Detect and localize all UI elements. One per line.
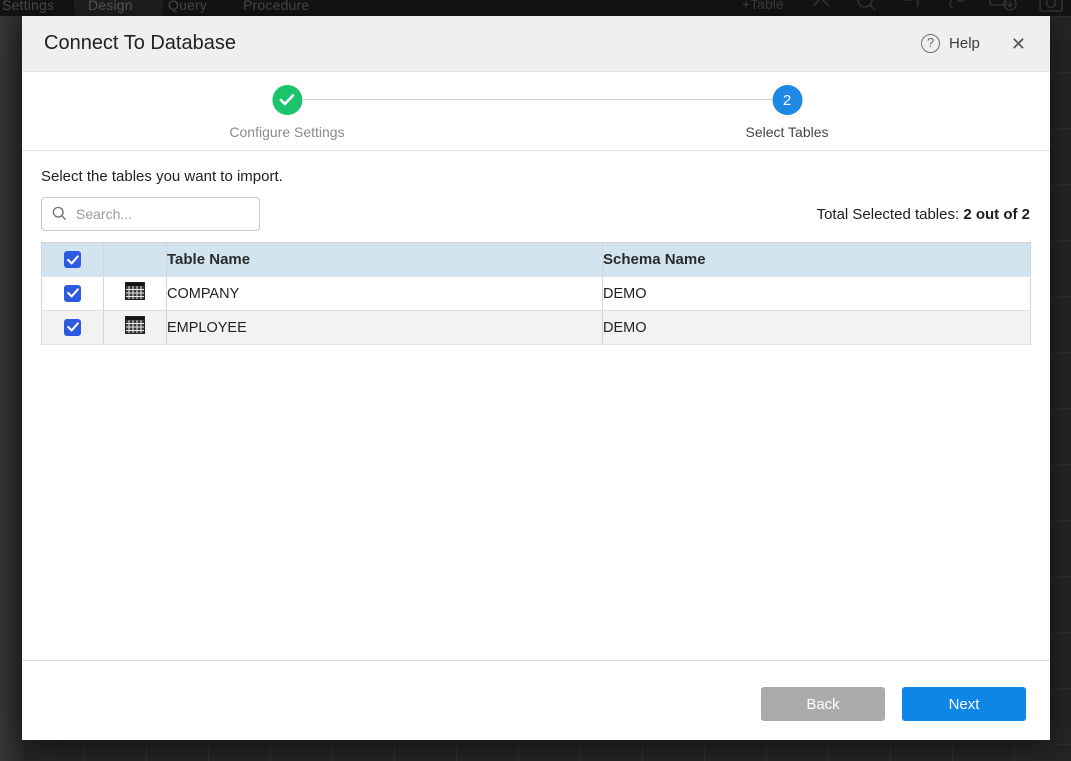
summary-prefix: Total Selected tables:	[817, 206, 964, 223]
tables-list: Table Name Schema Name	[41, 242, 1031, 345]
redo-icon[interactable]	[943, 0, 969, 16]
undo-icon[interactable]	[898, 0, 924, 16]
search-field[interactable]	[41, 197, 260, 231]
screen: Settings Design Query Procedure +Table C…	[0, 0, 1071, 761]
step-select-tables[interactable]: 2 Select Tables	[745, 85, 828, 140]
tab-design[interactable]: Design	[88, 0, 133, 13]
selected-tables-summary: Total Selected tables: 2 out of 2	[817, 206, 1030, 223]
step-number: 2	[772, 85, 802, 115]
help-button[interactable]: ? Help	[921, 34, 980, 53]
schema-name-cell: DEMO	[603, 277, 1031, 311]
search-icon[interactable]	[853, 0, 879, 16]
table-name-cell: EMPLOYEE	[167, 311, 603, 345]
dialog-footer: Back Next	[22, 660, 1050, 740]
app-header: Settings Design Query Procedure +Table	[0, 0, 1071, 16]
table-row[interactable]: EMPLOYEE DEMO	[42, 311, 1031, 345]
export-icon[interactable]	[988, 0, 1018, 16]
instruction-text: Select the tables you want to import.	[41, 168, 1030, 185]
dimmed-left-panel	[0, 16, 22, 761]
search-input[interactable]	[41, 197, 260, 231]
close-icon[interactable]: ✕	[1011, 35, 1026, 53]
stepper-connector	[302, 99, 772, 100]
dialog-title: Connect To Database	[44, 32, 236, 55]
step-configure-settings[interactable]: Configure Settings	[229, 85, 344, 140]
step-label: Select Tables	[745, 124, 828, 140]
tab-query[interactable]: Query	[168, 0, 207, 13]
next-button[interactable]: Next	[902, 687, 1026, 721]
wizard-stepper: Configure Settings 2 Select Tables	[22, 72, 1050, 151]
schema-name-cell: DEMO	[603, 311, 1031, 345]
dialog-header: Connect To Database ? Help ✕	[22, 16, 1050, 72]
snapshot-icon[interactable]	[1037, 0, 1065, 16]
dimmed-bottom-panel	[22, 740, 1050, 761]
dialog-body: Select the tables you want to import. To…	[22, 151, 1050, 345]
add-table-button[interactable]: +Table	[742, 0, 784, 12]
back-button[interactable]: Back	[761, 687, 885, 721]
table-name-cell: COMPANY	[167, 277, 603, 311]
table-header-row: Table Name Schema Name	[42, 243, 1031, 277]
row-checkbox[interactable]	[64, 285, 81, 302]
help-label: Help	[949, 35, 980, 52]
column-header-schema-name: Schema Name	[603, 243, 1031, 277]
help-icon: ?	[921, 34, 940, 53]
table-row[interactable]: COMPANY DEMO	[42, 277, 1031, 311]
row-checkbox[interactable]	[64, 319, 81, 336]
dimmed-right-panel	[1050, 16, 1071, 761]
icon-column-header	[104, 243, 167, 277]
table-grid-icon	[125, 316, 145, 339]
column-header-table-name: Table Name	[167, 243, 603, 277]
step-complete-check-icon	[272, 85, 302, 115]
tab-settings[interactable]: Settings	[2, 0, 54, 13]
summary-count: 2 out of 2	[963, 206, 1030, 223]
tab-procedure[interactable]: Procedure	[243, 0, 309, 13]
step-label: Configure Settings	[229, 124, 344, 140]
select-all-checkbox[interactable]	[64, 251, 81, 268]
app-toolbar-icons	[808, 0, 1065, 16]
table-grid-icon	[125, 282, 145, 305]
collapse-icon[interactable]	[808, 0, 834, 16]
connect-to-database-dialog: Connect To Database ? Help ✕ Configure S…	[22, 16, 1050, 740]
